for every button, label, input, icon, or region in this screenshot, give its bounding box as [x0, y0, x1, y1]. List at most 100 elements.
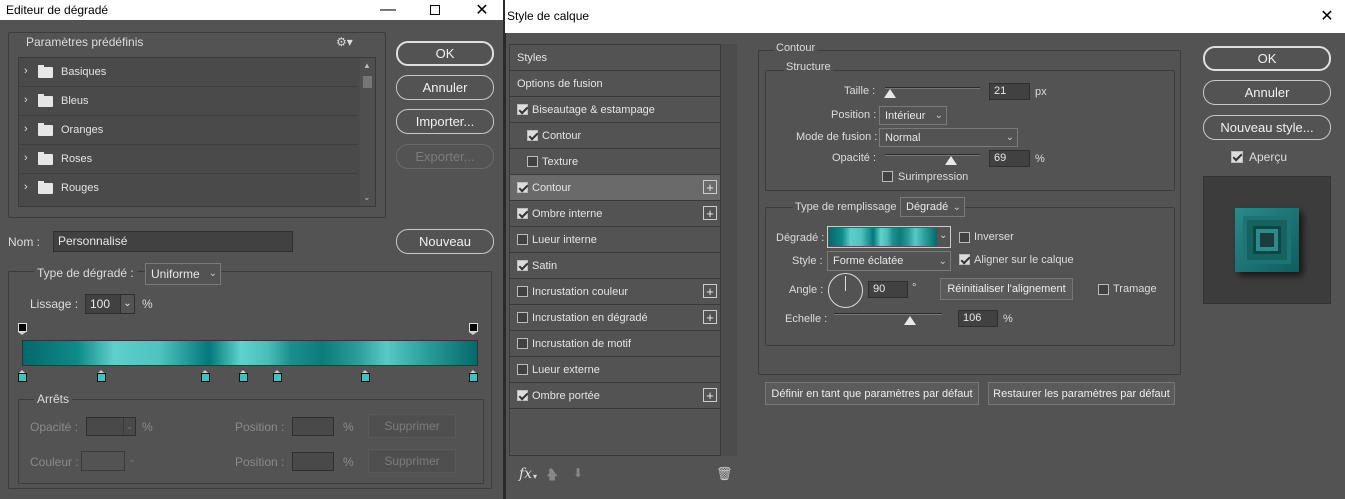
style-item-contour[interactable]: Contour +: [510, 175, 720, 201]
gear-icon[interactable]: ⚙▾: [336, 35, 353, 49]
preset-folder-roses[interactable]: › Roses: [18, 145, 358, 174]
style-item-texture[interactable]: Texture: [510, 149, 720, 175]
color-stop[interactable]: [360, 370, 370, 382]
set-default-button[interactable]: Définir en tant que paramètres par défau…: [765, 382, 979, 405]
dither-checkbox[interactable]: [1098, 284, 1109, 295]
gradient-swatch[interactable]: ⌄: [827, 226, 951, 248]
fill-type-select[interactable]: Dégradé ⌄: [900, 197, 965, 217]
style-checkbox[interactable]: [517, 260, 528, 271]
gradient-ok-button[interactable]: OK: [396, 41, 494, 66]
style-item-contour[interactable]: Contour: [510, 123, 720, 149]
smoothing-input[interactable]: 100 ⌄: [85, 294, 135, 314]
style-item-satin[interactable]: Satin: [510, 253, 720, 279]
chevron-down-icon[interactable]: ⌄: [939, 230, 947, 241]
layer-style-titlebar[interactable]: Style de calque ✕: [505, 0, 1345, 33]
preset-folder-bleus[interactable]: › Bleus: [18, 87, 358, 116]
blend-mode-select[interactable]: Normal ⌄: [879, 128, 1018, 147]
name-input[interactable]: Personnalisé: [53, 231, 293, 252]
style-checkbox[interactable]: [517, 390, 528, 401]
delete-color-stop-button[interactable]: Supprimer: [368, 449, 456, 473]
reset-alignment-button[interactable]: Réinitialiser l'alignement: [940, 278, 1073, 300]
color-stop[interactable]: [469, 370, 478, 382]
fx-dropdown-icon[interactable]: ▾: [533, 472, 537, 481]
close-icon[interactable]: ✕: [1312, 2, 1342, 30]
gradient-preview[interactable]: [829, 228, 937, 246]
style-item-lueur-interne[interactable]: Lueur interne: [510, 227, 720, 253]
overprint-checkbox[interactable]: [882, 171, 893, 182]
color-stop[interactable]: [18, 370, 27, 382]
opacity-stop[interactable]: [469, 323, 478, 335]
arrow-down-icon[interactable]: ⬇: [573, 466, 583, 480]
chevron-down-icon[interactable]: ⌄: [128, 454, 136, 465]
style-checkbox[interactable]: [527, 130, 538, 141]
color-stop[interactable]: [96, 370, 106, 382]
style-item-biseautage-estampage[interactable]: Biseautage & estampage: [510, 97, 720, 123]
layer-ok-button[interactable]: OK: [1203, 46, 1331, 71]
opacity-slider-track[interactable]: [885, 154, 980, 156]
style-checkbox[interactable]: [527, 156, 538, 167]
color-stop[interactable]: [200, 370, 210, 382]
preset-folder-rouges[interactable]: › Rouges: [18, 174, 358, 203]
scale-slider-track[interactable]: [834, 313, 942, 315]
style-checkbox[interactable]: [517, 286, 528, 297]
stop-opacity-position-input[interactable]: [292, 417, 334, 436]
fx-icon[interactable]: fx: [519, 466, 532, 482]
new-style-button[interactable]: Nouveau style...: [1203, 115, 1331, 140]
chevron-right-icon[interactable]: ›: [24, 181, 28, 193]
close-icon[interactable]: ✕: [467, 0, 497, 20]
maximize-icon[interactable]: [420, 0, 450, 20]
style-item-incrustation-en-d-grad-[interactable]: Incrustation en dégradé +: [510, 305, 720, 331]
export-button[interactable]: Exporter...: [396, 144, 494, 169]
new-gradient-button[interactable]: Nouveau: [396, 229, 494, 254]
chevron-right-icon[interactable]: ›: [24, 123, 28, 135]
chevron-right-icon[interactable]: ›: [24, 65, 28, 77]
style-item-incrustation-de-motif[interactable]: Incrustation de motif: [510, 331, 720, 357]
style-item-ombre-port-e[interactable]: Ombre portée +: [510, 383, 720, 409]
style-checkbox[interactable]: [517, 208, 528, 219]
layer-cancel-button[interactable]: Annuler: [1203, 80, 1331, 105]
styles-header[interactable]: Styles: [510, 45, 720, 71]
angle-dial[interactable]: [828, 273, 863, 308]
add-effect-icon[interactable]: +: [703, 388, 717, 402]
style-item-ombre-interne[interactable]: Ombre interne +: [510, 201, 720, 227]
stop-opacity-input[interactable]: ⌄: [86, 417, 136, 436]
arrow-up-icon[interactable]: ⬆: [546, 466, 556, 480]
add-effect-icon[interactable]: +: [703, 284, 717, 298]
stop-color-position-input[interactable]: [292, 452, 334, 471]
stop-color-swatch[interactable]: [81, 451, 125, 471]
scale-input[interactable]: 106: [958, 310, 998, 327]
scroll-up-icon[interactable]: ▲: [363, 61, 371, 70]
style-item-incrustation-couleur[interactable]: Incrustation couleur +: [510, 279, 720, 305]
preview-checkbox[interactable]: [1231, 151, 1243, 163]
gradient-editor-titlebar[interactable]: Editeur de dégradé — ✕: [0, 0, 503, 20]
style-select[interactable]: Forme éclatée ⌄: [827, 251, 951, 271]
style-item-options-de-fusion[interactable]: Options de fusion: [510, 71, 720, 97]
style-checkbox[interactable]: [517, 104, 528, 115]
style-checkbox[interactable]: [517, 234, 528, 245]
gradient-type-select[interactable]: Uniforme ⌄: [145, 263, 221, 285]
scroll-down-icon[interactable]: ⌄: [363, 192, 371, 203]
opacity-stop[interactable]: [18, 323, 27, 335]
preset-folder-oranges[interactable]: › Oranges: [18, 116, 358, 145]
chevron-right-icon[interactable]: ›: [24, 94, 28, 106]
opacity-input[interactable]: 69: [989, 150, 1030, 167]
scroll-thumb[interactable]: [363, 76, 372, 88]
color-stop[interactable]: [272, 370, 282, 382]
size-slider-thumb[interactable]: [884, 89, 897, 98]
style-item-lueur-externe[interactable]: Lueur externe: [510, 357, 720, 383]
color-stop[interactable]: [238, 370, 248, 382]
chevron-down-icon[interactable]: ⌄: [120, 295, 134, 313]
import-button[interactable]: Importer...: [396, 109, 494, 134]
style-checkbox[interactable]: [517, 364, 528, 375]
add-effect-icon[interactable]: +: [703, 206, 717, 220]
reset-default-button[interactable]: Restaurer les paramètres par défaut: [988, 382, 1175, 405]
style-checkbox[interactable]: [517, 182, 528, 193]
chevron-right-icon[interactable]: ›: [24, 152, 28, 164]
gradient-cancel-button[interactable]: Annuler: [396, 75, 494, 100]
gradient-bar[interactable]: [22, 340, 478, 366]
scale-slider-thumb[interactable]: [903, 316, 916, 325]
presets-scrollbar[interactable]: ▲ ⌄: [360, 58, 375, 206]
reverse-checkbox[interactable]: [959, 232, 970, 243]
align-layer-checkbox[interactable]: [959, 254, 970, 265]
size-slider-track[interactable]: [885, 87, 980, 89]
